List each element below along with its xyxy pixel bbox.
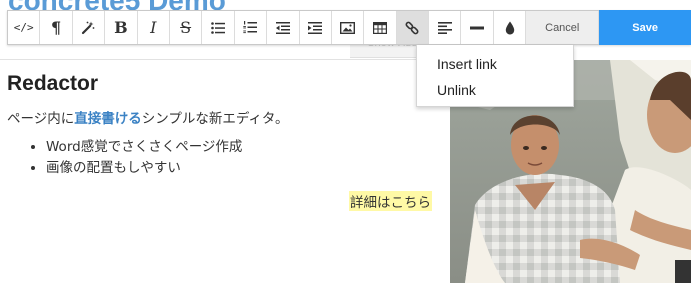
insert-link-menu-item[interactable]: Insert link: [417, 51, 573, 77]
save-button[interactable]: Save: [599, 10, 691, 45]
list-item[interactable]: 画像の配置もしやすい: [46, 158, 242, 179]
image-icon: [340, 21, 356, 34]
paragraph-icon: ¶: [50, 17, 62, 37]
link-icon: [405, 21, 419, 34]
outdent-button[interactable]: [267, 11, 300, 44]
table-button[interactable]: [364, 11, 397, 44]
bold-button[interactable]: B: [105, 11, 138, 44]
alignment-button[interactable]: [429, 11, 462, 44]
strikethrough-icon: S: [180, 17, 192, 37]
intro-text-after: シンプルな新エディタ。: [141, 111, 289, 127]
intro-text-before: ページ内に: [7, 111, 75, 127]
italic-icon: I: [150, 17, 157, 37]
horizontal-rule-button[interactable]: [461, 11, 494, 44]
align-left-icon: [437, 21, 452, 34]
outdent-icon: [275, 21, 290, 34]
redactor-toolbar: </> ¶ B I S Cancel Save: [7, 10, 691, 45]
bold-icon: B: [114, 17, 128, 37]
ordered-list-icon: [243, 21, 258, 34]
content-heading[interactable]: Redactor: [7, 72, 98, 96]
italic-button[interactable]: I: [138, 11, 170, 44]
html-source-button[interactable]: </>: [8, 11, 41, 44]
list-item[interactable]: Word感覚でさくさくページ作成: [46, 137, 242, 158]
intro-link[interactable]: 直接書ける: [74, 111, 142, 127]
code-icon: </>: [13, 21, 34, 34]
content-divider: [0, 59, 450, 60]
ordered-list-button[interactable]: [235, 11, 268, 44]
color-drop-icon: [505, 21, 514, 34]
link-dropdown-menu: Insert link Unlink: [416, 45, 574, 107]
indent-icon: [308, 21, 323, 34]
cancel-button[interactable]: Cancel: [526, 11, 600, 44]
horizontal-rule-icon: [470, 26, 485, 29]
unlink-menu-item[interactable]: Unlink: [417, 77, 573, 103]
image-button[interactable]: [332, 11, 365, 44]
strikethrough-button[interactable]: S: [170, 11, 203, 44]
font-color-button[interactable]: [494, 11, 527, 44]
intro-paragraph[interactable]: ページ内に直接書けるシンプルな新エディタ。: [7, 107, 288, 127]
formatting-button[interactable]: ¶: [40, 11, 73, 44]
magic-wand-icon: [82, 21, 95, 34]
table-icon: [372, 21, 387, 34]
link-button[interactable]: [396, 11, 430, 44]
details-link[interactable]: 詳細はこちら: [349, 191, 432, 211]
styles-button[interactable]: [73, 11, 106, 44]
unordered-list-button[interactable]: [202, 11, 235, 44]
indent-button[interactable]: [300, 11, 332, 44]
unordered-list-icon: [211, 21, 226, 34]
feature-list: Word感覚でさくさくページ作成 画像の配置もしやすい: [28, 137, 242, 179]
